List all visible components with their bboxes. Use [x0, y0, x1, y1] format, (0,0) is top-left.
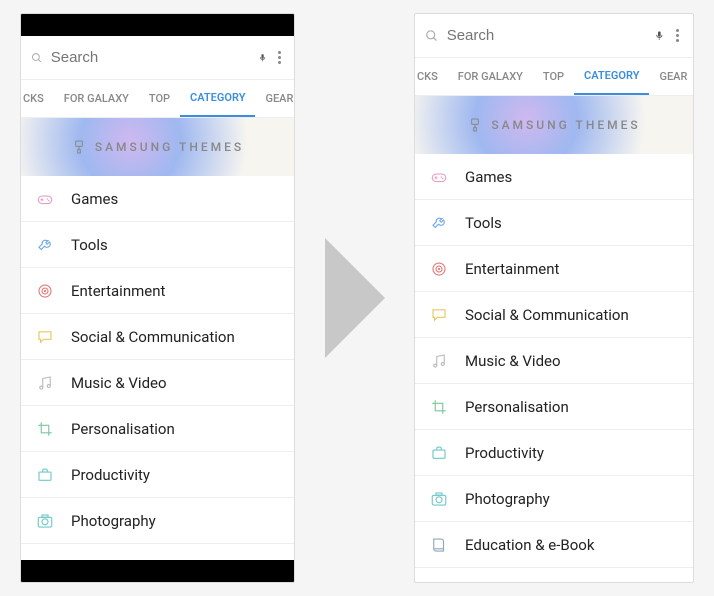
category-label: Personalisation [465, 398, 569, 416]
brush-icon [467, 117, 483, 133]
tab-category[interactable]: CATEGORY [180, 80, 255, 117]
search-icon [31, 49, 43, 67]
tab-gear[interactable]: GEAR [255, 80, 294, 117]
category-item[interactable]: Education & e-Book [21, 544, 294, 560]
camera-icon [429, 489, 449, 509]
tab-for-galaxy[interactable]: FOR GALAXY [448, 58, 533, 95]
phone-right: CKS FOR GALAXY TOP CATEGORY GEAR SAMSUNG… [414, 13, 694, 583]
tab-bar: CKS FOR GALAXY TOP CATEGORY GEAR [415, 58, 693, 96]
category-item[interactable]: Education & e-Book [415, 522, 693, 568]
target-icon [35, 281, 55, 301]
category-item[interactable]: Entertainment [21, 268, 294, 314]
mic-icon[interactable] [654, 30, 665, 41]
more-icon[interactable] [275, 51, 284, 64]
tab-top[interactable]: TOP [533, 58, 574, 95]
category-item[interactable]: Music & Video [415, 338, 693, 384]
mic-icon[interactable] [258, 53, 267, 62]
search-bar [415, 14, 693, 58]
crop-icon [429, 397, 449, 417]
briefcase-icon [35, 465, 55, 485]
tab-cks[interactable]: CKS [415, 58, 448, 95]
themes-banner[interactable]: SAMSUNG THEMES [415, 96, 693, 154]
category-item[interactable]: Social & Communication [415, 292, 693, 338]
category-item[interactable]: Music & Video [21, 360, 294, 406]
banner-title: SAMSUNG THEMES [95, 140, 244, 154]
category-label: Social & Communication [71, 328, 235, 346]
tab-for-galaxy[interactable]: FOR GALAXY [54, 80, 139, 117]
phone-left: CKS FOR GALAXY TOP CATEGORY GEAR SAMSUNG… [20, 13, 295, 583]
category-item[interactable]: Games [415, 154, 693, 200]
briefcase-icon [429, 443, 449, 463]
target-icon [429, 259, 449, 279]
tab-category[interactable]: CATEGORY [574, 58, 649, 95]
tab-top[interactable]: TOP [139, 80, 180, 117]
category-item[interactable]: Tools [21, 222, 294, 268]
category-label: Entertainment [465, 260, 559, 278]
tab-bar: CKS FOR GALAXY TOP CATEGORY GEAR [21, 80, 294, 118]
category-item[interactable]: Productivity [21, 452, 294, 498]
category-label: Education & e-Book [465, 536, 594, 554]
category-label: Entertainment [71, 282, 165, 300]
search-bar [21, 36, 294, 80]
transition-arrow [325, 238, 385, 358]
category-item[interactable]: Photography [415, 476, 693, 522]
search-input[interactable] [51, 49, 250, 66]
category-label: Tools [71, 236, 108, 254]
music-icon [429, 351, 449, 371]
tab-cks[interactable]: CKS [21, 80, 54, 117]
chat-icon [429, 305, 449, 325]
gamepad-icon [429, 167, 449, 187]
wrench-icon [429, 213, 449, 233]
category-label: Photography [71, 512, 156, 530]
category-label: Personalisation [71, 420, 175, 438]
category-item[interactable]: Lifestyle [415, 568, 693, 582]
category-label: Productivity [465, 444, 544, 462]
book-icon [429, 535, 449, 555]
category-label: Games [465, 168, 512, 186]
category-label: Music & Video [465, 352, 561, 370]
status-bar-bottom [21, 560, 294, 582]
category-item[interactable]: Personalisation [415, 384, 693, 430]
category-item[interactable]: Tools [415, 200, 693, 246]
more-icon[interactable] [672, 29, 683, 42]
category-item[interactable]: Social & Communication [21, 314, 294, 360]
person-icon [429, 581, 449, 583]
category-item[interactable]: Games [21, 176, 294, 222]
brush-icon [71, 139, 87, 155]
music-icon [35, 373, 55, 393]
status-bar-top [21, 14, 294, 36]
chat-icon [35, 327, 55, 347]
category-item[interactable]: Personalisation [21, 406, 294, 452]
gamepad-icon [35, 189, 55, 209]
tab-gear[interactable]: GEAR [649, 58, 693, 95]
category-item[interactable]: Photography [21, 498, 294, 544]
category-label: Photography [465, 490, 550, 508]
category-list-right: Games Tools Entertainment Social & Communic… [415, 154, 693, 582]
camera-icon [35, 511, 55, 531]
category-label: Music & Video [71, 374, 167, 392]
crop-icon [35, 419, 55, 439]
category-label: Games [71, 190, 118, 208]
category-label: Productivity [71, 466, 150, 484]
wrench-icon [35, 235, 55, 255]
search-input[interactable] [447, 27, 646, 44]
category-label: Social & Communication [465, 306, 629, 324]
category-list-left: Games Tools Entertainment Social & Communic… [21, 176, 294, 560]
category-item[interactable]: Entertainment [415, 246, 693, 292]
search-icon [425, 27, 439, 45]
category-item[interactable]: Productivity [415, 430, 693, 476]
category-label: Tools [465, 214, 502, 232]
banner-title: SAMSUNG THEMES [491, 118, 640, 132]
themes-banner[interactable]: SAMSUNG THEMES [21, 118, 294, 176]
category-label: Lifestyle [465, 582, 521, 583]
